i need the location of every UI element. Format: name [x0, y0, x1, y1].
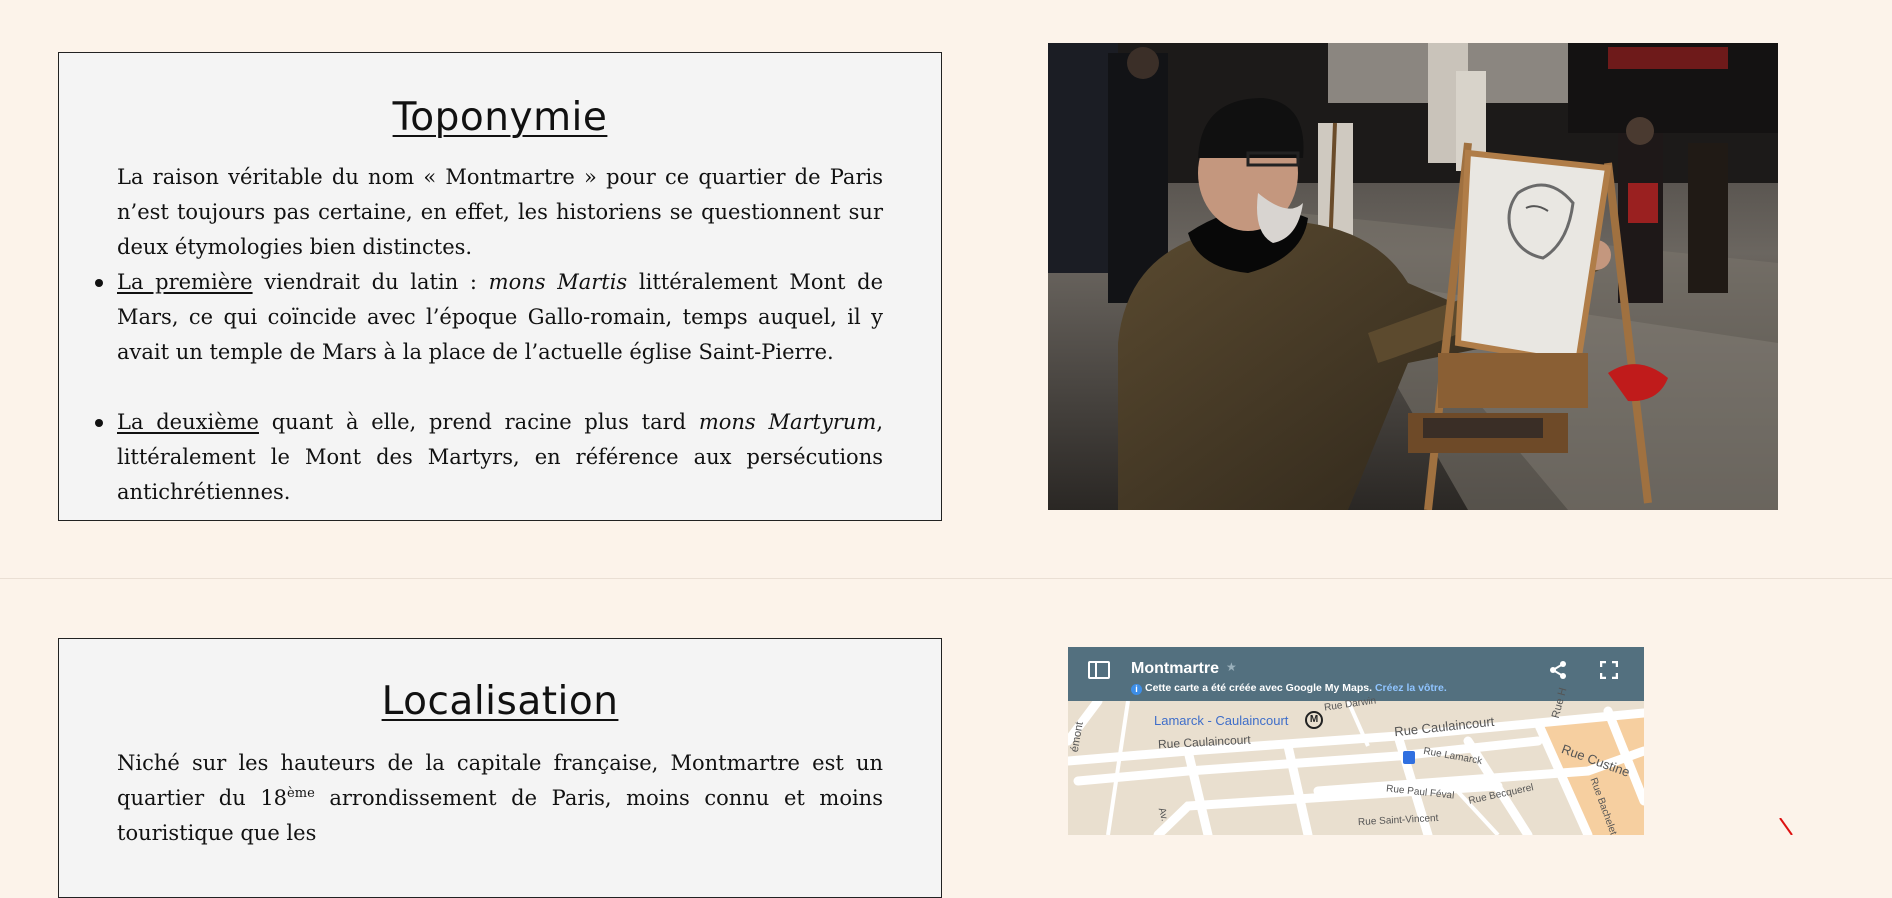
toponymie-intro: La raison véritable du nom « Montmartre …	[117, 165, 883, 259]
star-icon[interactable]: ★	[1226, 660, 1237, 674]
localisation-title: Localisation	[381, 679, 619, 724]
map-canvas[interactable]: Lamarck - Caulaincourt M Rue Caulaincour…	[1068, 686, 1644, 835]
etymology-1-term: mons Martis	[488, 270, 628, 294]
etymology-1-label: La première	[117, 270, 253, 294]
info-icon: i	[1131, 684, 1142, 695]
fullscreen-icon[interactable]	[1600, 661, 1618, 679]
side-panel-icon[interactable]	[1088, 661, 1110, 679]
map-note: i Cette carte a été créée avec Google My …	[1131, 682, 1447, 695]
localisation-text: Niché sur les hauteurs de la capitale fr…	[117, 746, 883, 851]
etymology-list: La première viendrait du latin : mons Ma…	[59, 265, 941, 510]
embedded-map[interactable]: Montmartre ★ i Cette carte a été créée av…	[1068, 647, 1644, 835]
etymology-2-label: La deuxième	[117, 410, 259, 434]
share-icon[interactable]	[1549, 660, 1567, 680]
toponymie-card: Toponymie La raison véritable du nom « M…	[58, 52, 942, 521]
painter-photo	[1048, 43, 1778, 510]
decorative-mark	[1779, 818, 1793, 835]
metro-icon[interactable]: M	[1305, 711, 1323, 729]
etymology-item-1: La première viendrait du latin : mons Ma…	[95, 265, 883, 370]
map-note-text: Cette carte a été créée avec Google My M…	[1145, 682, 1373, 694]
etymology-2-text-a: quant à elle, prend racine plus tard	[258, 410, 699, 434]
section-divider	[0, 578, 1892, 579]
etymology-item-2: La deuxième quant à elle, prend racine p…	[95, 405, 883, 510]
metro-station-label[interactable]: Lamarck - Caulaincourt	[1154, 713, 1288, 728]
localisation-card: Localisation Niché sur les hauteurs de l…	[58, 638, 942, 898]
map-title[interactable]: Montmartre	[1131, 660, 1219, 678]
create-map-link[interactable]: Créez la vôtre.	[1375, 682, 1447, 694]
toponymie-title: Toponymie	[392, 95, 608, 140]
etymology-2-term: mons Martyrum	[698, 410, 877, 434]
localisation-sup: ème	[287, 786, 315, 801]
etymology-1-text-a: viendrait du latin :	[252, 270, 489, 294]
